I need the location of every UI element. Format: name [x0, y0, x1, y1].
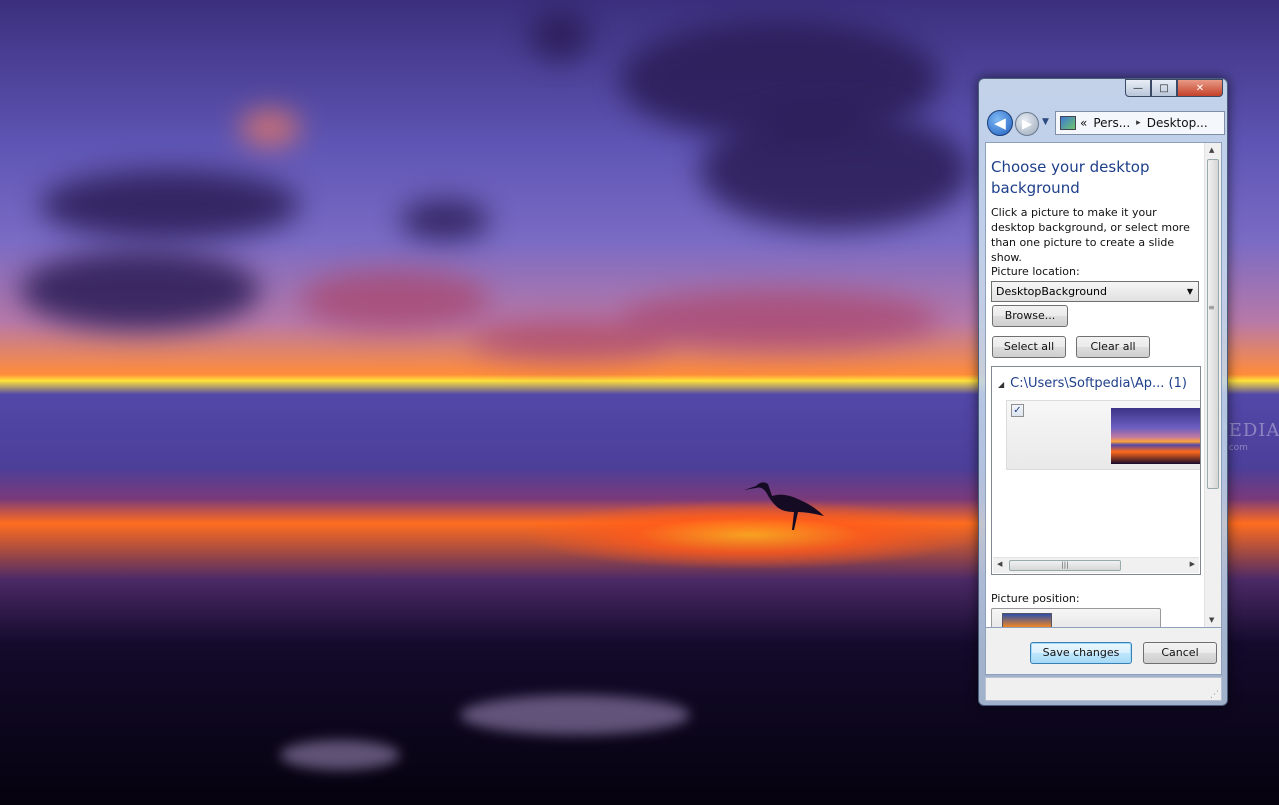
cloud: [530, 10, 590, 60]
picture-position-label: Picture position:: [991, 592, 1080, 605]
status-bar: ⋰: [985, 677, 1222, 701]
position-preview-image: [1002, 613, 1052, 627]
address-bar[interactable]: « Pers... ▸ Desktop...: [1055, 111, 1225, 135]
page-title: Choose your desktop background: [991, 158, 1150, 197]
picture-location-label: Picture location:: [991, 265, 1080, 278]
cloud: [240, 110, 300, 146]
page-description: Click a picture to make it your desktop …: [991, 206, 1190, 264]
cloud: [700, 110, 970, 230]
sea-foam: [280, 740, 400, 770]
cloud: [20, 250, 260, 330]
folder-group-title: C:\Users\Softpedia\Ap... (1): [1010, 376, 1187, 391]
cloud: [400, 200, 490, 240]
back-arrow-icon[interactable]: ◀: [987, 110, 1013, 136]
control-panel-icon: [1060, 116, 1076, 130]
maximize-button[interactable]: □: [1151, 79, 1177, 97]
scroll-grip-icon: ≡: [1208, 303, 1215, 312]
scroll-left-icon[interactable]: ◀: [997, 560, 1002, 568]
clear-all-button[interactable]: Clear all: [1076, 336, 1150, 358]
navigation-bar: ◀ ▶ ▼ « Pers... ▸ Desktop...: [985, 109, 1225, 137]
caption-buttons: — □ ✕: [1125, 79, 1223, 97]
minimize-button[interactable]: —: [1125, 79, 1151, 97]
breadcrumb-personalization[interactable]: Pers...: [1093, 116, 1130, 130]
recent-pages-dropdown[interactable]: ▼: [1042, 117, 1049, 127]
cancel-button[interactable]: Cancel: [1143, 642, 1217, 664]
heron-silhouette: [744, 482, 824, 530]
picture-position-dropdown[interactable]: [991, 608, 1161, 627]
vertical-scroll-thumb[interactable]: [1207, 159, 1219, 489]
breadcrumb-overflow[interactable]: «: [1080, 116, 1087, 130]
folder-group-header[interactable]: ◢ C:\Users\Softpedia\Ap... (1): [998, 376, 1187, 391]
select-all-button[interactable]: Select all: [992, 336, 1066, 358]
wallpaper-thumbnail[interactable]: ✓: [1006, 400, 1200, 470]
forward-arrow-icon[interactable]: ▶: [1015, 112, 1039, 136]
scroll-up-icon[interactable]: ▲: [1209, 146, 1214, 154]
personalization-window: — □ ✕ ◀ ▶ ▼ « Pers... ▸ Desktop... Choos…: [978, 78, 1228, 706]
save-changes-button[interactable]: Save changes: [1030, 642, 1132, 664]
scroll-right-icon[interactable]: ▶: [1190, 560, 1195, 568]
close-button[interactable]: ✕: [1177, 79, 1223, 97]
browse-button[interactable]: Browse...: [992, 305, 1068, 327]
checkbox-check-icon: ✓: [1013, 405, 1022, 416]
breadcrumb-chevron-icon[interactable]: ▸: [1136, 118, 1141, 128]
thumbnail-checkbox[interactable]: ✓: [1011, 404, 1024, 417]
thumbnail-image[interactable]: [1111, 408, 1200, 464]
cloud: [470, 320, 670, 360]
button-footer: Save changes Cancel: [985, 628, 1222, 675]
picture-location-dropdown[interactable]: DesktopBackground ▼: [991, 281, 1199, 302]
breadcrumb-desktop-background[interactable]: Desktop...: [1147, 116, 1208, 130]
resize-grip-icon[interactable]: ⋰: [1210, 690, 1219, 700]
cloud: [40, 170, 300, 240]
picture-list[interactable]: ◢ C:\Users\Softpedia\Ap... (1) ✓ ◀ ||| ▶: [991, 366, 1201, 575]
picture-location-value: DesktopBackground: [996, 285, 1107, 298]
collapse-triangle-icon[interactable]: ◢: [998, 380, 1004, 389]
horizontal-scrollbar[interactable]: ◀ ||| ▶: [993, 557, 1199, 573]
vertical-scrollbar[interactable]: ▲ ≡ ▼: [1204, 143, 1221, 627]
horizontal-scroll-thumb[interactable]: |||: [1009, 560, 1121, 571]
cloud: [300, 270, 490, 330]
content-pane: Choose your desktop background Click a p…: [985, 142, 1222, 628]
sea-foam: [460, 695, 690, 735]
dropdown-arrow-icon: ▼: [1186, 287, 1193, 296]
scroll-down-icon[interactable]: ▼: [1209, 616, 1214, 624]
